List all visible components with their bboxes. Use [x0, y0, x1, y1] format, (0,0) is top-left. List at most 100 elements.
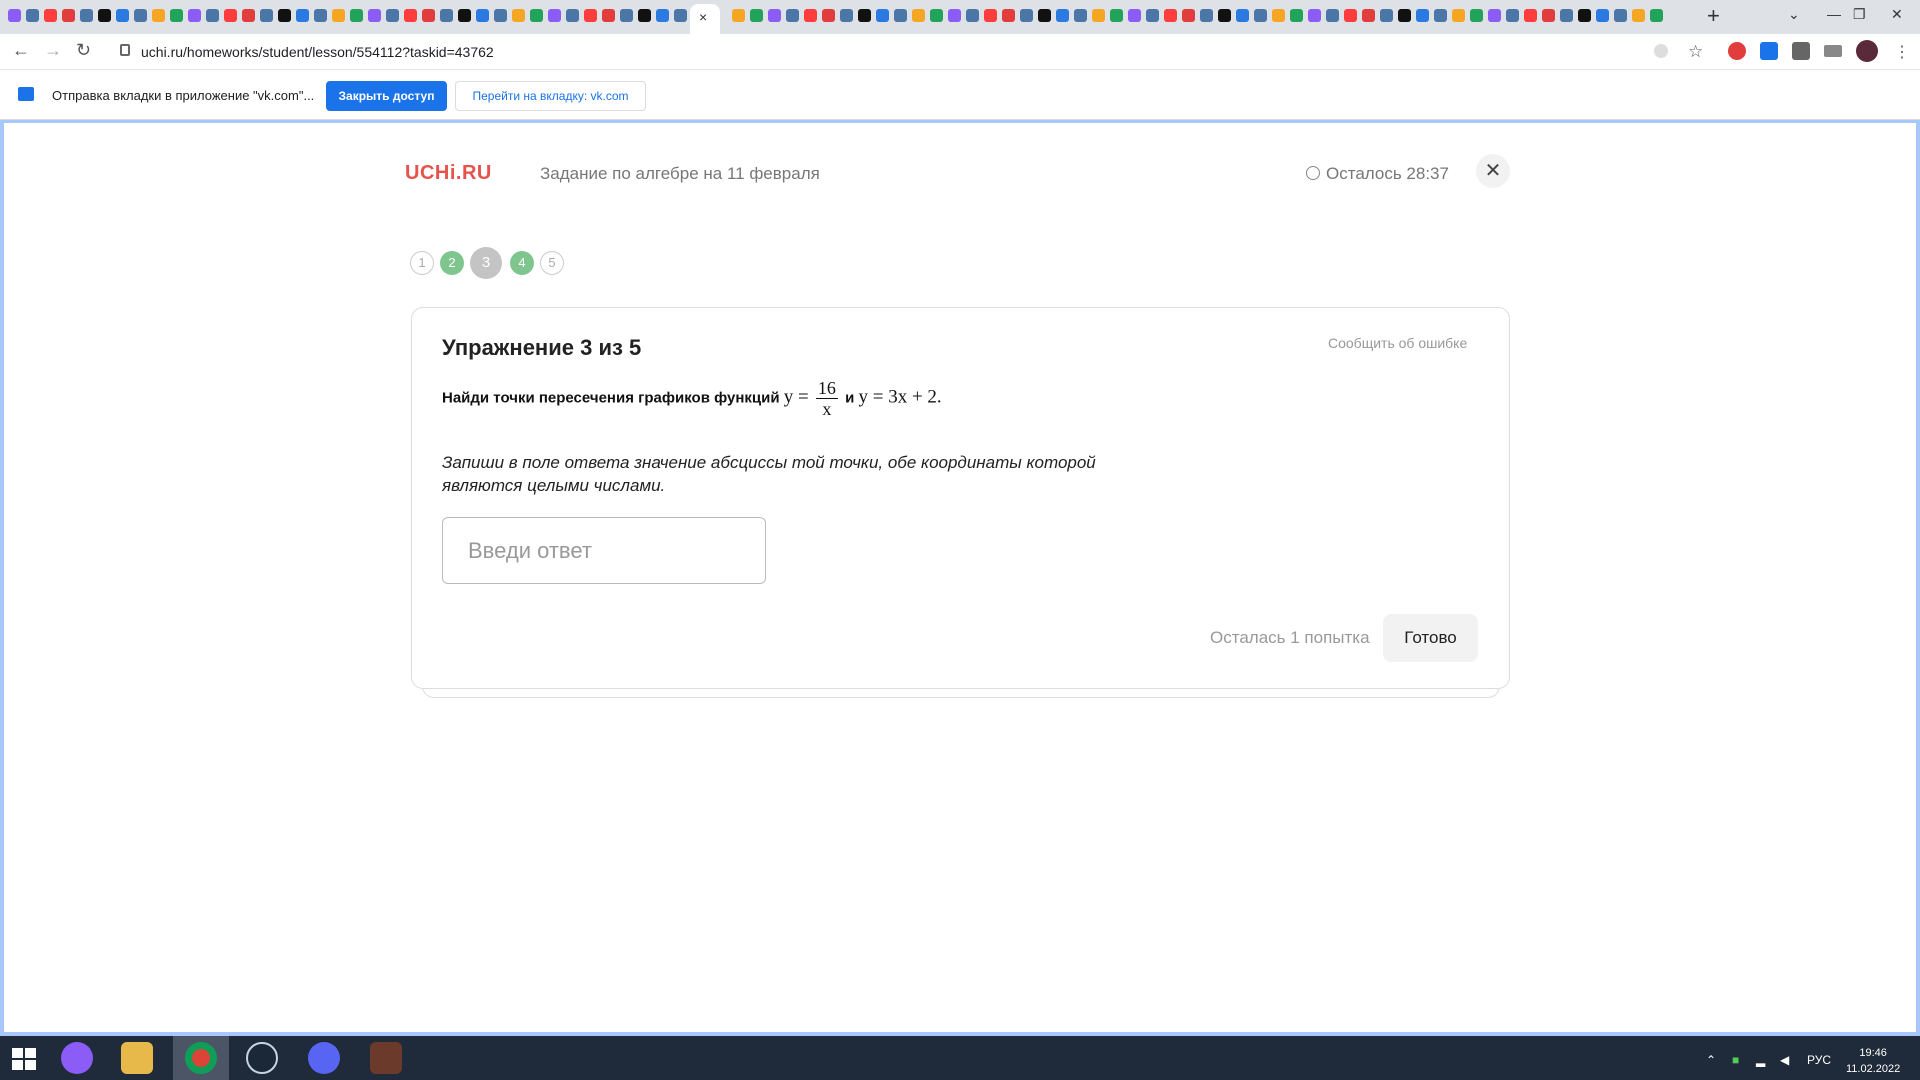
tab-favicon-icon[interactable]	[1470, 9, 1483, 22]
share-icon[interactable]	[1654, 44, 1668, 58]
tab-favicon-icon[interactable]	[134, 9, 147, 22]
tab-favicon-icon[interactable]	[314, 9, 327, 22]
tab-favicon-icon[interactable]	[476, 9, 489, 22]
cart-extension-icon[interactable]	[1760, 42, 1778, 60]
avatar[interactable]	[1856, 40, 1878, 62]
tab-favicon-icon[interactable]	[1614, 9, 1627, 22]
tab-favicon-icon[interactable]	[912, 9, 925, 22]
tab-favicon-icon[interactable]	[1092, 9, 1105, 22]
tab-favicon-icon[interactable]	[440, 9, 453, 22]
tab-favicon-icon[interactable]	[1200, 9, 1213, 22]
tab-favicon-icon[interactable]	[1578, 9, 1591, 22]
tab-favicon-icon[interactable]	[1236, 9, 1249, 22]
uchi-logo[interactable]: UCHi.RU	[405, 162, 492, 185]
tab-favicon-icon[interactable]	[1560, 9, 1573, 22]
tab-favicon-icon[interactable]	[1344, 9, 1357, 22]
tab-favicon-icon[interactable]	[1506, 9, 1519, 22]
lock-icon[interactable]	[120, 44, 130, 56]
close-window-icon[interactable]: ✕	[1891, 6, 1903, 23]
answer-input[interactable]	[442, 517, 766, 584]
reload-icon[interactable]: ↻	[76, 40, 91, 61]
tab-favicon-icon[interactable]	[1074, 9, 1087, 22]
tab-favicon-icon[interactable]	[1146, 9, 1159, 22]
tab-favicon-icon[interactable]	[1452, 9, 1465, 22]
system-clock[interactable]: 19:46 11.02.2022	[1846, 1045, 1900, 1077]
tab-favicon-icon[interactable]	[1182, 9, 1195, 22]
tab-favicon-icon[interactable]	[1416, 9, 1429, 22]
tab-favicon-icon[interactable]	[62, 9, 75, 22]
tab-favicon-icon[interactable]	[152, 9, 165, 22]
alice-icon[interactable]	[61, 1042, 93, 1074]
steam-icon[interactable]	[246, 1042, 278, 1074]
tab-favicon-icon[interactable]	[116, 9, 129, 22]
close-tab-icon[interactable]: ×	[699, 9, 707, 25]
tab-favicon-icon[interactable]	[80, 9, 93, 22]
tab-favicon-icon[interactable]	[242, 9, 255, 22]
stop-sharing-button[interactable]: Закрыть доступ	[326, 81, 447, 111]
tab-favicon-icon[interactable]	[1326, 9, 1339, 22]
active-tab[interactable]: ×	[690, 4, 720, 34]
tab-favicon-icon[interactable]	[1272, 9, 1285, 22]
tab-favicon-icon[interactable]	[494, 9, 507, 22]
back-icon[interactable]: ←	[12, 40, 30, 61]
game-icon[interactable]	[370, 1042, 402, 1074]
tab-favicon-icon[interactable]	[948, 9, 961, 22]
minimize-icon[interactable]: —	[1827, 6, 1841, 22]
tab-favicon-icon[interactable]	[368, 9, 381, 22]
tab-favicon-icon[interactable]	[350, 9, 363, 22]
tab-favicon-icon[interactable]	[876, 9, 889, 22]
tab-favicon-icon[interactable]	[566, 9, 579, 22]
tab-favicon-icon[interactable]	[1128, 9, 1141, 22]
tray-app-icon[interactable]: ■	[1732, 1053, 1739, 1067]
tab-favicon-icon[interactable]	[98, 9, 111, 22]
tab-favicon-icon[interactable]	[404, 9, 417, 22]
tab-favicon-icon[interactable]	[674, 9, 687, 22]
tab-favicon-icon[interactable]	[1038, 9, 1051, 22]
chrome-taskbar-button[interactable]	[173, 1036, 229, 1080]
tab-favicon-icon[interactable]	[188, 9, 201, 22]
tab-favicon-icon[interactable]	[1308, 9, 1321, 22]
submit-button[interactable]: Готово	[1383, 614, 1478, 662]
tab-favicon-icon[interactable]	[422, 9, 435, 22]
tab-favicon-icon[interactable]	[170, 9, 183, 22]
step-4[interactable]: 4	[510, 251, 534, 275]
tab-favicon-icon[interactable]	[332, 9, 345, 22]
tab-favicon-icon[interactable]	[1020, 9, 1033, 22]
tab-favicon-icon[interactable]	[1524, 9, 1537, 22]
tab-favicon-icon[interactable]	[966, 9, 979, 22]
tab-favicon-icon[interactable]	[894, 9, 907, 22]
tab-favicon-icon[interactable]	[530, 9, 543, 22]
step-1[interactable]: 1	[410, 251, 434, 275]
tab-favicon-icon[interactable]	[1650, 9, 1663, 22]
tab-favicon-icon[interactable]	[732, 9, 745, 22]
tab-favicon-icon[interactable]	[1398, 9, 1411, 22]
close-lesson-button[interactable]: ✕	[1476, 154, 1510, 188]
tab-favicon-icon[interactable]	[1218, 9, 1231, 22]
tab-favicon-icon[interactable]	[984, 9, 997, 22]
report-error-link[interactable]: Сообщить об ошибке	[1328, 335, 1467, 351]
tab-favicon-icon[interactable]	[1056, 9, 1069, 22]
tab-favicon-icon[interactable]	[296, 9, 309, 22]
tab-favicon-icon[interactable]	[260, 9, 273, 22]
tab-favicon-icon[interactable]	[1110, 9, 1123, 22]
tab-favicon-icon[interactable]	[1362, 9, 1375, 22]
tab-favicon-icon[interactable]	[206, 9, 219, 22]
tray-chevron-icon[interactable]: ⌃	[1706, 1053, 1716, 1067]
discord-icon[interactable]	[308, 1042, 340, 1074]
media-icon[interactable]	[1824, 45, 1842, 57]
restore-icon[interactable]: ❐	[1853, 6, 1866, 23]
file-explorer-icon[interactable]	[121, 1042, 153, 1074]
tab-favicon-icon[interactable]	[620, 9, 633, 22]
step-2[interactable]: 2	[440, 251, 464, 275]
tab-favicon-icon[interactable]	[1002, 9, 1015, 22]
puzzle-icon[interactable]	[1792, 42, 1810, 60]
tab-favicon-icon[interactable]	[768, 9, 781, 22]
tab-favicon-icon[interactable]	[786, 9, 799, 22]
windows-start-icon[interactable]	[12, 1048, 36, 1070]
menu-icon[interactable]: ⋮	[1894, 42, 1912, 61]
tab-favicon-icon[interactable]	[8, 9, 21, 22]
step-5[interactable]: 5	[540, 251, 564, 275]
tab-favicon-icon[interactable]	[584, 9, 597, 22]
tab-favicon-icon[interactable]	[602, 9, 615, 22]
tab-favicon-icon[interactable]	[224, 9, 237, 22]
